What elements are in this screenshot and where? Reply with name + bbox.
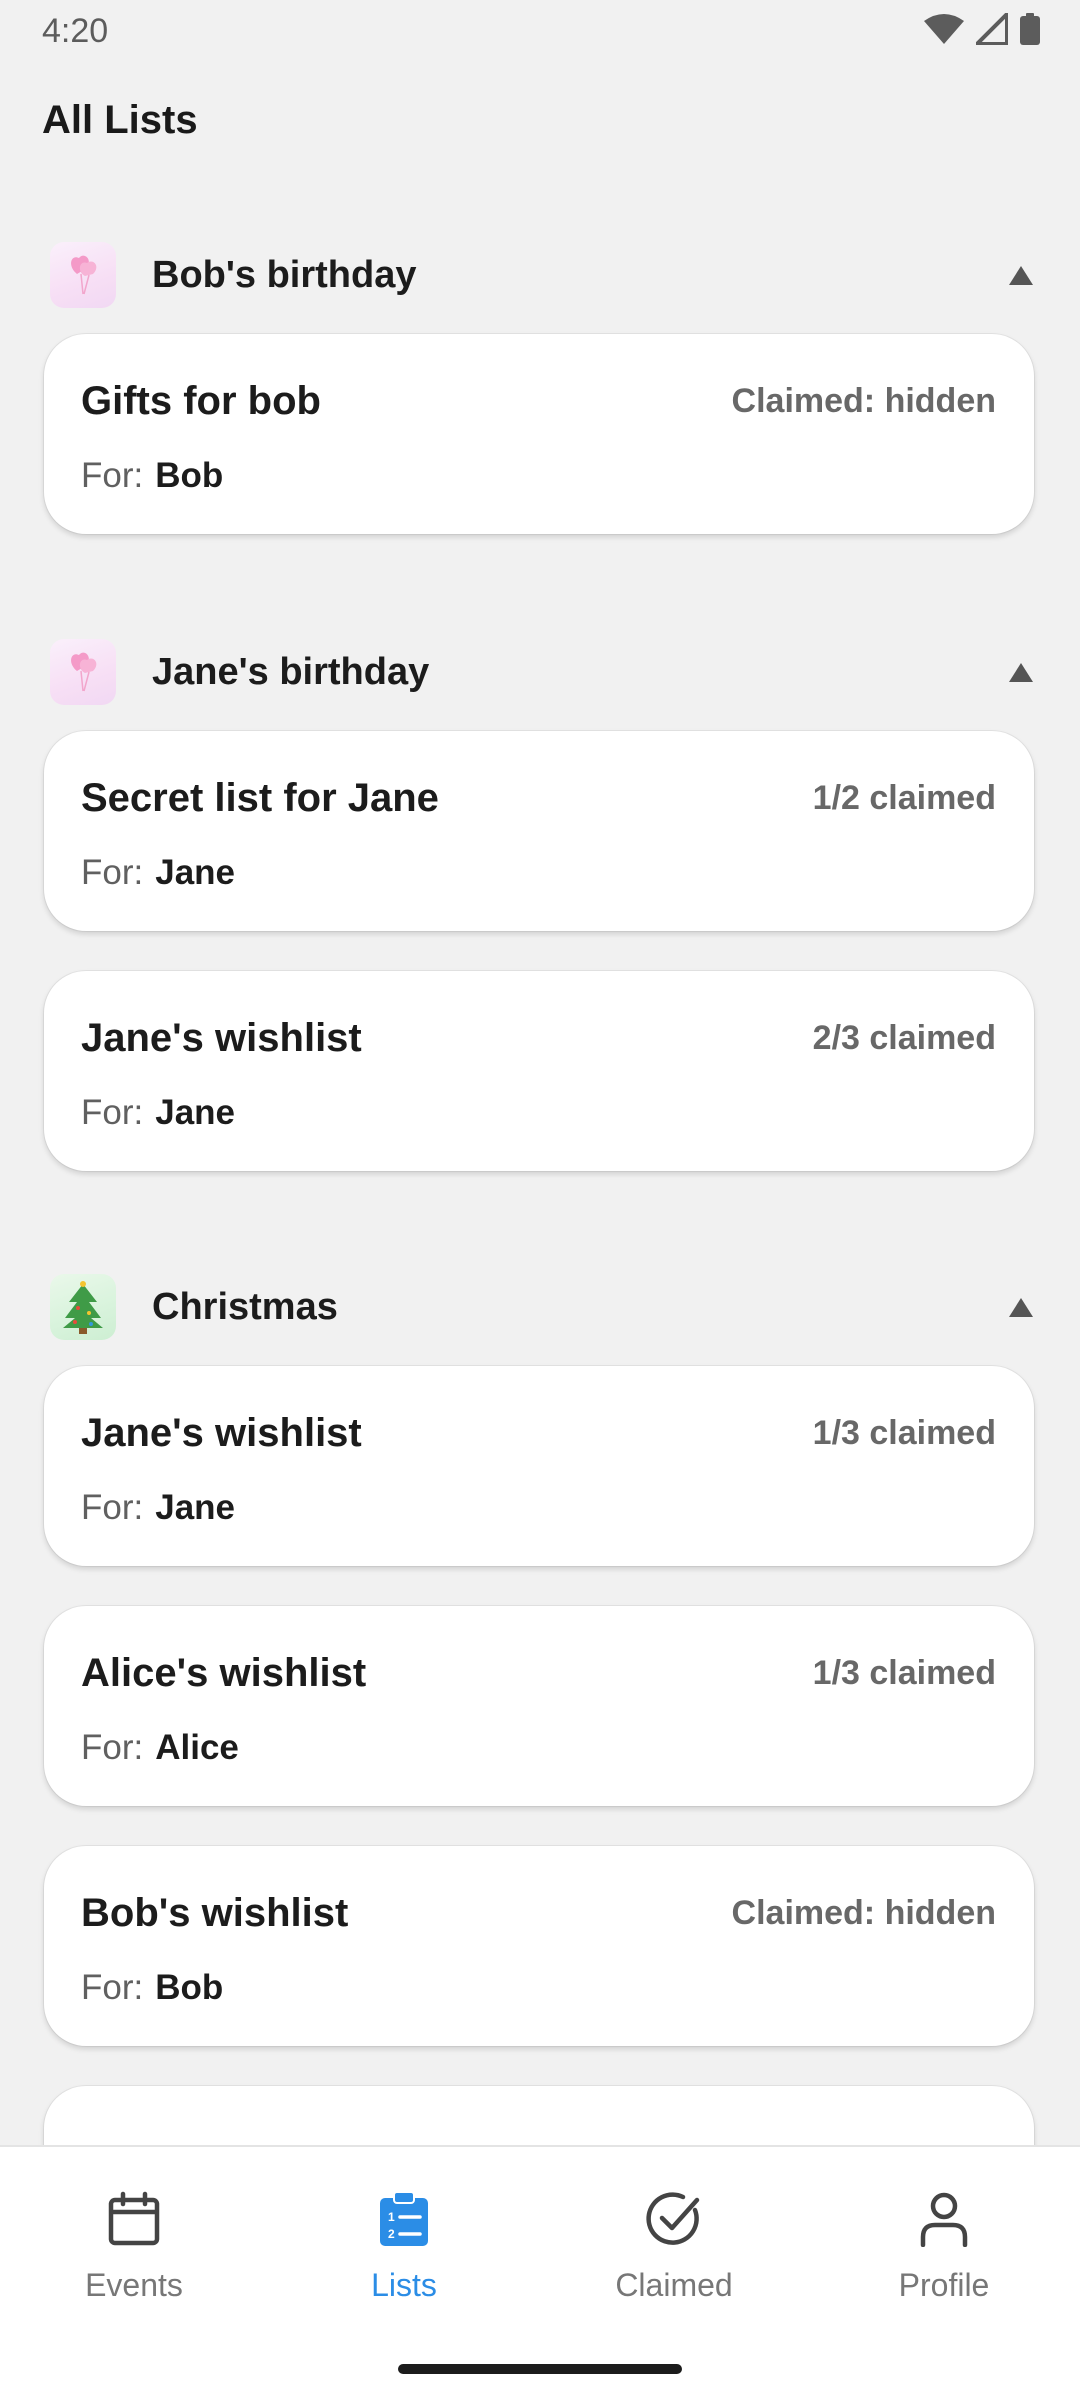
- claim-status: 2/3 claimed: [812, 1019, 996, 1057]
- list-title: Bob's wishlist: [81, 1891, 349, 1935]
- for-label: For:: [81, 1968, 144, 2007]
- for-label: For:: [81, 1093, 144, 1132]
- event-name: Bob's birthday: [152, 254, 417, 296]
- claim-status: Claimed: hidden: [731, 1894, 996, 1932]
- for-label: For:: [81, 853, 144, 892]
- balloon-icon: [50, 242, 116, 308]
- list-title: Secret list for Jane: [81, 776, 439, 820]
- nav-profile[interactable]: Profile: [844, 2187, 1044, 2317]
- lists-scroll-area[interactable]: All Lists Bob's birthday Gifts for bob C…: [0, 0, 1080, 2145]
- nav-claimed[interactable]: Claimed: [574, 2187, 774, 2317]
- list-card[interactable]: Secret list for Jane 1/2 claimed For: Jan…: [44, 731, 1034, 931]
- calendar-icon: [102, 2187, 166, 2251]
- svg-text:1: 1: [388, 2210, 395, 2224]
- home-indicator[interactable]: [398, 2364, 682, 2374]
- recipient-name: Jane: [155, 1488, 236, 1527]
- collapse-triangle-icon[interactable]: [1006, 1292, 1036, 1322]
- nav-label: Claimed: [615, 2267, 733, 2303]
- list-title: Jane's wishlist: [81, 1411, 362, 1455]
- nav-label: Events: [85, 2267, 183, 2303]
- nav-events[interactable]: Events: [34, 2187, 234, 2317]
- claim-status: 1/3 claimed: [812, 1654, 996, 1692]
- list-title: Jane's wishlist: [81, 1016, 362, 1060]
- event-section-janes-birthday: Jane's birthday Secret list for Jane 1/2…: [0, 631, 1080, 1211]
- collapse-triangle-icon[interactable]: [1006, 260, 1036, 290]
- recipient-name: Bob: [155, 456, 224, 495]
- for-label: For:: [81, 1488, 144, 1527]
- list-card[interactable]: Gifts for bob Claimed: hidden For: Bob: [44, 334, 1034, 534]
- balloon-icon: [50, 639, 116, 705]
- list-recipient: For: Jane: [81, 1488, 235, 1528]
- nav-label: Lists: [371, 2267, 437, 2303]
- event-name: Christmas: [152, 1286, 338, 1328]
- event-header[interactable]: Bob's birthday: [0, 234, 1080, 314]
- recipient-name: Bob: [155, 1968, 224, 2007]
- claim-status: 1/2 claimed: [812, 779, 996, 817]
- christmas-tree-icon: [50, 1274, 116, 1340]
- recipient-name: Alice: [155, 1728, 239, 1767]
- claim-status: 1/3 claimed: [812, 1414, 996, 1452]
- svg-text:2: 2: [388, 2227, 395, 2241]
- nav-lists[interactable]: 1 2 Lists: [304, 2187, 504, 2317]
- list-card[interactable]: Jane's wishlist 2/3 claimed For: Jane: [44, 971, 1034, 1171]
- event-name: Jane's birthday: [152, 651, 430, 693]
- page-title: All Lists: [42, 98, 198, 142]
- list-card[interactable]: Bob's wishlist Claimed: hidden For: Bob: [44, 1846, 1034, 2046]
- event-header[interactable]: Jane's birthday: [0, 631, 1080, 711]
- list-recipient: For: Bob: [81, 456, 223, 496]
- recipient-name: Jane: [155, 1093, 236, 1132]
- list-card[interactable]: Jane's wishlist 1/3 claimed For: Jane: [44, 1366, 1034, 1566]
- list-title: Gifts for bob: [81, 379, 321, 423]
- list-title: Alice's wishlist: [81, 1651, 367, 1695]
- event-header[interactable]: Christmas: [0, 1266, 1080, 1346]
- list-card[interactable]: Alice's wishlist 1/3 claimed For: Alice: [44, 1606, 1034, 1806]
- for-label: For:: [81, 1728, 144, 1767]
- list-recipient: For: Bob: [81, 1968, 223, 2008]
- check-circle-icon: [642, 2187, 706, 2251]
- for-label: For:: [81, 456, 144, 495]
- person-icon: [912, 2187, 976, 2251]
- list-recipient: For: Jane: [81, 853, 235, 893]
- claim-status: Claimed: hidden: [731, 382, 996, 420]
- list-recipient: For: Alice: [81, 1728, 239, 1768]
- event-section-christmas: Christmas Jane's wishlist 1/3 claimed Fo…: [0, 1266, 1080, 2145]
- list-recipient: For: Jane: [81, 1093, 235, 1133]
- collapse-triangle-icon[interactable]: [1006, 657, 1036, 687]
- recipient-name: Jane: [155, 853, 236, 892]
- clipboard-list-icon: 1 2: [372, 2187, 436, 2251]
- list-card-partial[interactable]: [44, 2086, 1034, 2145]
- nav-label: Profile: [898, 2267, 990, 2303]
- event-section-bobs-birthday: Bob's birthday Gifts for bob Claimed: hi…: [0, 234, 1080, 574]
